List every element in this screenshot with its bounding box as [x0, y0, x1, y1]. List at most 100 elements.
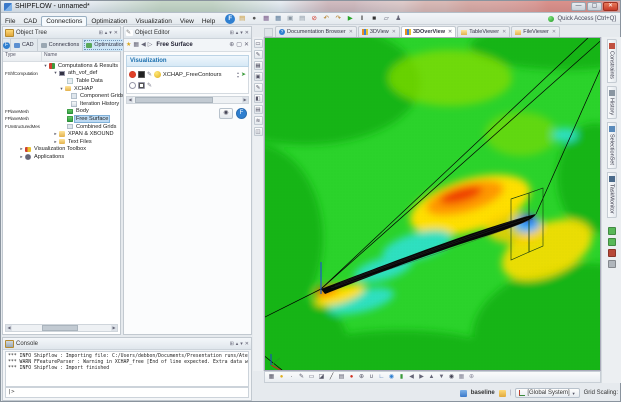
grid2-icon[interactable]: ▦ — [457, 373, 466, 382]
close-button[interactable]: ✕ — [603, 2, 618, 11]
expander-icon[interactable]: ▸ — [53, 139, 58, 145]
tree-row-applications[interactable]: ▸Applications — [3, 153, 120, 161]
panel-close-icon[interactable]: ✕ — [245, 30, 249, 36]
panel-close-icon[interactable]: ✕ — [114, 30, 118, 36]
view-left-icon[interactable]: ◀ — [407, 373, 416, 382]
panel-float-icon[interactable]: ▾ — [109, 30, 112, 36]
edit-icon-empty[interactable]: ✎ — [147, 83, 152, 89]
snapshot-camera-button[interactable]: ◉ — [219, 108, 233, 119]
draw-icon[interactable]: ✎ — [297, 373, 306, 382]
framework-tab[interactable]: F — [3, 39, 11, 51]
run-icon[interactable]: ▶ — [345, 14, 355, 24]
viewport-3d[interactable] — [264, 37, 601, 371]
panel-collapse-icon[interactable]: ▴ — [236, 341, 239, 347]
dock-tab-history[interactable]: History — [607, 86, 617, 119]
grid-toggle-icon[interactable]: ▦ — [267, 373, 276, 382]
tree-row-combined-grids[interactable]: FUnstructuredMeshCombined Grids — [3, 123, 120, 131]
abort-icon[interactable]: ⊘ — [309, 14, 319, 24]
record-icon[interactable]: ● — [347, 373, 356, 382]
tab-close-icon[interactable]: ✕ — [502, 29, 506, 35]
edit-icon[interactable]: ✎ — [147, 72, 152, 78]
select-icon[interactable]: ▭ — [254, 39, 263, 48]
tab-close-icon[interactable]: ✕ — [392, 29, 396, 35]
scroll-right-icon[interactable]: ▶ — [242, 97, 248, 103]
status-error-icon[interactable] — [608, 249, 616, 257]
console-input[interactable]: |> — [5, 387, 249, 398]
stop-icon[interactable]: ■ — [369, 14, 379, 24]
visibility-checkbox-empty[interactable] — [138, 82, 145, 89]
menu-visualization[interactable]: Visualization — [131, 17, 175, 26]
back-icon[interactable]: ◀ — [141, 41, 146, 49]
menu-file[interactable]: File — [1, 17, 19, 26]
user-icon[interactable]: ♟ — [393, 14, 403, 24]
viewer-tab-fileviewer[interactable]: FileViewer✕ — [511, 26, 560, 37]
panel-collapse-icon[interactable]: ▴ — [236, 30, 239, 36]
pencil-icon[interactable]: ✎ — [254, 50, 263, 59]
coordinate-system-dropdown[interactable]: [Global System] ▼ — [515, 388, 579, 398]
status-ok2-icon[interactable] — [608, 238, 616, 246]
viewer-tab-3dview[interactable]: 3DView✕ — [358, 26, 400, 37]
viewer-tab-tableviewer[interactable]: TableViewer✕ — [457, 26, 510, 37]
settings-gear-icon[interactable]: ● — [249, 14, 259, 24]
panel-menu-icon[interactable]: ⊞ — [230, 341, 234, 347]
help-f-button[interactable]: F — [236, 108, 247, 119]
name-column-header[interactable]: Name — [42, 52, 57, 61]
target-icon[interactable]: ⊕ — [357, 373, 366, 382]
half-shade-icon[interactable]: ◧ — [254, 94, 263, 103]
stop-render-icon[interactable] — [129, 71, 136, 78]
menu-connections[interactable]: Connections — [41, 16, 87, 27]
render-circle-icon[interactable] — [129, 82, 136, 89]
maximize-button[interactable]: ▢ — [587, 2, 602, 11]
contour-entry-row[interactable]: ✎ XCHAP_FreeContours ▴▾ ➤ — [129, 69, 246, 80]
tree-row-xchap[interactable]: ▾XCHAP — [3, 85, 120, 93]
edit-run-icon[interactable]: ▱ — [381, 14, 391, 24]
axes-icon[interactable]: ∟ — [377, 373, 386, 382]
wave-icon[interactable]: ≋ — [254, 116, 263, 125]
status-ok-icon[interactable] — [608, 227, 616, 235]
open-project-icon[interactable]: ▤ — [237, 14, 247, 24]
apply-arrow-icon[interactable]: ➤ — [241, 71, 246, 78]
visualization-section-header[interactable]: Visualization — [126, 55, 249, 67]
snap-icon[interactable]: ∪ — [367, 373, 376, 382]
type-column-header[interactable]: Type — [3, 52, 42, 61]
baseline-label[interactable]: baseline — [471, 390, 495, 396]
scroll-right-icon[interactable]: ▶ — [111, 325, 117, 331]
visibility-checkbox[interactable] — [138, 71, 145, 78]
plane-icon[interactable]: ▭ — [307, 373, 316, 382]
image-icon[interactable]: ▣ — [254, 72, 263, 81]
quick-access[interactable]: Quick Access [Ctrl+Q] — [548, 16, 620, 22]
undo-icon[interactable]: ↶ — [321, 14, 331, 24]
tree-horizontal-scrollbar[interactable]: ◀ ▶ — [5, 324, 118, 332]
zoom-icon[interactable]: ⊕ — [467, 373, 476, 382]
menu-view[interactable]: View — [176, 17, 198, 26]
tree-tab-connections[interactable]: Connections — [38, 39, 84, 51]
panel-float-icon[interactable]: ▾ — [240, 341, 243, 347]
expander-icon[interactable]: ▾ — [59, 86, 64, 92]
camera-icon[interactable]: ◉ — [447, 373, 456, 382]
menu-cad[interactable]: CAD — [19, 17, 41, 26]
tab-overflow-icon[interactable] — [264, 28, 273, 37]
label-icon[interactable]: ▤ — [337, 373, 346, 382]
view-down-icon[interactable]: ▼ — [437, 373, 446, 382]
tab-close-icon[interactable]: ✕ — [349, 29, 353, 35]
expander-icon[interactable]: ▾ — [53, 70, 58, 76]
scroll-thumb[interactable] — [42, 325, 79, 331]
console-log[interactable]: *** INFO Shipflow : Importing file: C:/U… — [5, 351, 249, 387]
dock-tab-selectionset[interactable]: SelectionSet — [607, 122, 617, 169]
annotate-icon[interactable]: ✎ — [254, 83, 263, 92]
viewer-tab-documentation-browser[interactable]: ?Documentation Browser✕ — [275, 26, 357, 37]
point-icon[interactable]: ∙ — [287, 373, 296, 382]
tree-tab-cad[interactable]: CAD — [11, 39, 38, 51]
expander-icon[interactable]: ▸ — [53, 131, 58, 137]
tree-row-computations-results[interactable]: ▾Computations & Results — [3, 62, 120, 70]
tree-row-body[interactable]: FPlaneMeshBody — [3, 108, 120, 116]
dock-tab-constraints[interactable]: Constraints — [607, 39, 617, 83]
empty-entry-row[interactable]: ✎ — [129, 80, 246, 91]
tree-row-text-files[interactable]: ▸Text Files — [3, 138, 120, 146]
delete-icon[interactable]: ▦ — [133, 41, 139, 49]
panel-close-icon[interactable]: ✕ — [245, 341, 249, 347]
panel-menu-icon[interactable]: ⊞ — [99, 30, 103, 36]
globe-icon[interactable]: ◉ — [387, 373, 396, 382]
redo-icon[interactable]: ↷ — [333, 14, 343, 24]
detach-icon[interactable]: ▢ — [236, 41, 242, 49]
